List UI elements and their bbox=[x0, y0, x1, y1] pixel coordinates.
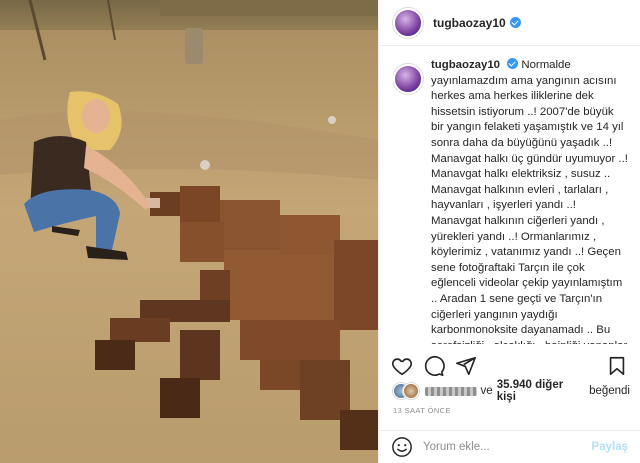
caption-text: tugbaozay10 Normalde yayınlamazdım ama y… bbox=[431, 58, 628, 344]
action-bar bbox=[391, 350, 628, 382]
paper-plane-icon bbox=[456, 356, 476, 376]
post-header: tugbaozay10 bbox=[379, 0, 640, 46]
photo-scene bbox=[0, 0, 378, 463]
post-sidebar: tugbaozay10 tugbaozay10 Normalde yayınla… bbox=[378, 0, 640, 463]
author-username[interactable]: tugbaozay10 bbox=[433, 16, 506, 30]
share-button[interactable] bbox=[455, 355, 477, 377]
author-avatar[interactable] bbox=[393, 7, 423, 38]
liker-avatar[interactable] bbox=[402, 383, 419, 399]
caption-username[interactable]: tugbaozay10 bbox=[431, 59, 500, 71]
liker-name-redacted bbox=[424, 386, 477, 396]
verified-badge-icon bbox=[509, 17, 521, 28]
comment-button[interactable] bbox=[423, 355, 445, 377]
likes-suffix: beğendi bbox=[589, 385, 630, 397]
verified-badge-icon bbox=[507, 58, 519, 69]
like-button[interactable] bbox=[391, 355, 413, 377]
comment-box: Paylaş bbox=[379, 430, 640, 463]
instagram-post: tugbaozay10 tugbaozay10 Normalde yayınla… bbox=[0, 0, 640, 463]
likes-count[interactable]: 35.940 diğer kişi bbox=[497, 379, 585, 403]
post-timestamp[interactable]: 13 SAAT ÖNCE bbox=[393, 406, 451, 415]
heart-icon bbox=[391, 358, 413, 376]
bookmark-icon bbox=[609, 356, 625, 376]
post-comment-button[interactable]: Paylaş bbox=[592, 441, 628, 453]
caption-body: Normalde yayınlamazdım ama yangının acıs… bbox=[431, 59, 628, 344]
likes-row[interactable]: ve 35.940 diğer kişi beğendi bbox=[393, 379, 630, 403]
post-photo[interactable] bbox=[0, 0, 378, 463]
likes-prefix: ve bbox=[480, 385, 493, 397]
save-button[interactable] bbox=[606, 355, 628, 377]
comment-icon bbox=[424, 356, 445, 376]
caption-area: tugbaozay10 Normalde yayınlamazdım ama y… bbox=[393, 58, 628, 344]
smiley-icon[interactable] bbox=[391, 436, 413, 458]
caption-avatar[interactable] bbox=[393, 64, 423, 94]
comment-input[interactable] bbox=[421, 440, 592, 454]
